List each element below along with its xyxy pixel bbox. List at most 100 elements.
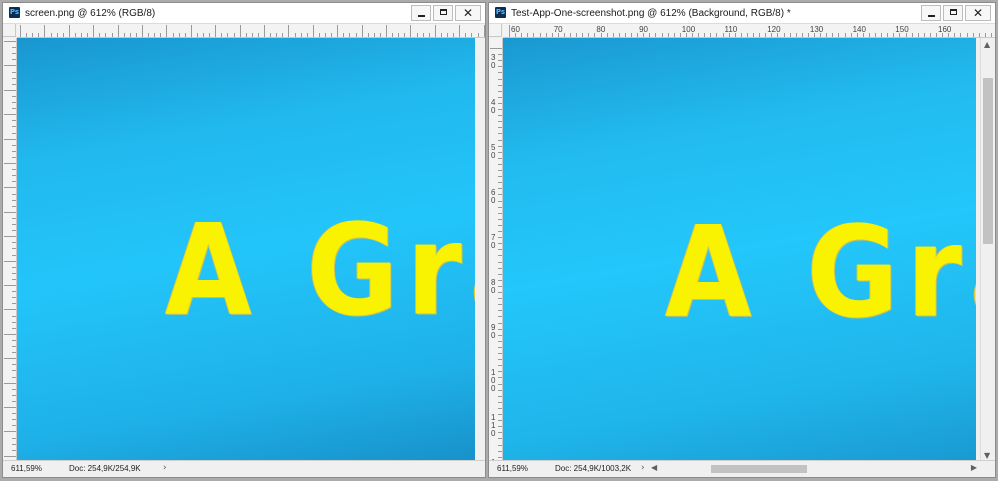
horizontal-scroll-thumb[interactable]	[711, 465, 807, 473]
ruler-tick	[12, 443, 16, 445]
ruler-tick	[698, 33, 700, 37]
photoshop-icon: Ps	[9, 7, 20, 18]
ruler-tick	[875, 33, 876, 37]
ruler-tick	[801, 33, 803, 37]
ruler-tick	[4, 333, 16, 335]
title-bar[interactable]: Ps screen.png @ 612% (RGB/8) ✕	[3, 3, 485, 24]
ruler-tick	[631, 33, 632, 37]
ruler-tick	[12, 169, 16, 171]
vertical-scroll-thumb[interactable]	[983, 78, 993, 244]
ruler-tick	[4, 41, 16, 42]
ruler-tick	[498, 72, 502, 74]
ruler-tick	[498, 54, 502, 56]
vertical-ruler[interactable]: 3 04 05 06 07 08 09 01 0 01 1 01 2 0	[489, 38, 503, 462]
maximize-button[interactable]	[433, 5, 453, 21]
ruler-tick	[148, 33, 150, 37]
ruler-tick	[12, 400, 16, 402]
ruler-tick	[498, 133, 502, 135]
ruler-tick	[447, 33, 448, 37]
zoom-level[interactable]: 611,59%	[497, 464, 528, 474]
ruler-tick	[838, 33, 840, 37]
ruler-tick	[4, 163, 16, 164]
ruler-tick	[765, 33, 767, 37]
ruler-tick	[498, 194, 502, 196]
ruler-tick	[498, 249, 502, 251]
ruler-label: 100	[681, 25, 696, 34]
ruler-tick	[498, 407, 502, 409]
ruler-tick	[498, 157, 502, 159]
minimize-button[interactable]	[411, 5, 431, 21]
ruler-tick	[251, 33, 253, 37]
ruler-tick	[795, 33, 797, 37]
ruler-tick	[12, 242, 16, 244]
ruler-tick	[545, 33, 547, 37]
ruler-tick	[498, 359, 502, 361]
scroll-down-icon[interactable]: ▼	[984, 451, 990, 460]
image-canvas[interactable]: A Grad	[17, 38, 475, 462]
close-button[interactable]: ✕	[455, 5, 481, 21]
ruler-tick	[12, 83, 16, 85]
ruler-tick	[12, 156, 16, 158]
ruler-tick	[966, 33, 968, 37]
ruler-tick	[331, 33, 333, 37]
scroll-right-icon[interactable]: ▶	[971, 463, 977, 473]
ruler-label: 90	[639, 25, 648, 34]
ruler-tick	[498, 163, 502, 165]
ruler-tick	[893, 33, 895, 37]
maximize-button[interactable]	[943, 5, 963, 21]
ruler-tick	[498, 267, 502, 269]
doc-size: Doc: 254,9K/254,9K	[69, 464, 141, 473]
ruler-tick	[483, 25, 485, 37]
ruler-tick	[832, 33, 834, 37]
ruler-label: 8 0	[491, 278, 496, 295]
scroll-left-icon[interactable]: ◀	[651, 463, 657, 473]
ruler-tick	[81, 33, 82, 37]
ruler-tick	[498, 438, 502, 440]
ruler-tick	[612, 33, 614, 37]
vertical-ruler[interactable]	[3, 38, 17, 462]
ruler-tick	[239, 25, 241, 37]
title-bar[interactable]: Ps Test-App-One-screenshot.png @ 612% (B…	[489, 3, 995, 24]
horizontal-scrollbar[interactable]: ◀ ▶	[649, 463, 979, 474]
ruler-tick	[288, 25, 290, 37]
ruler-tick	[367, 33, 369, 37]
ruler-tick	[498, 383, 502, 385]
ruler-label: 4 0	[491, 98, 496, 115]
ruler-tick	[12, 449, 16, 451]
ruler-tick	[459, 25, 461, 37]
vertical-scrollbar[interactable]: ▲ ▼	[980, 38, 995, 462]
zoom-level[interactable]: 611,59%	[11, 464, 42, 474]
ruler-label: 5 0	[491, 143, 496, 160]
ruler-tick	[753, 33, 754, 37]
ruler-tick	[306, 33, 308, 37]
ruler-tick	[978, 33, 980, 37]
ruler-tick	[209, 33, 211, 37]
ruler-tick	[4, 65, 16, 67]
ruler-tick	[498, 224, 502, 226]
image-canvas[interactable]: A Grad	[503, 38, 976, 462]
ruler-tick	[521, 33, 523, 37]
ruler-tick	[618, 33, 620, 37]
ruler-tick	[12, 376, 16, 378]
close-icon: ✕	[462, 6, 474, 20]
minimize-button[interactable]	[921, 5, 941, 21]
horizontal-ruler[interactable]: 60 70 80 90 100 110 120 130 140 150 160	[503, 24, 995, 38]
scroll-up-icon[interactable]: ▲	[984, 40, 990, 49]
ruler-tick	[498, 261, 502, 263]
ruler-tick	[704, 33, 706, 37]
ruler-tick	[392, 33, 394, 37]
ruler-tick	[325, 33, 326, 37]
chevron-right-icon[interactable]: ›	[163, 463, 167, 474]
ruler-tick	[710, 33, 712, 37]
chevron-right-icon[interactable]: ›	[641, 463, 645, 474]
ruler-tick	[12, 425, 16, 427]
ruler-tick	[498, 200, 502, 202]
document-window-test-app[interactable]: Ps Test-App-One-screenshot.png @ 612% (B…	[488, 2, 996, 478]
ruler-tick	[4, 431, 16, 433]
document-window-screen[interactable]: Ps screen.png @ 612% (RGB/8) ✕ A Grad 61…	[2, 2, 486, 478]
horizontal-ruler[interactable]	[17, 24, 485, 38]
ruler-tick	[746, 33, 748, 37]
close-button[interactable]: ✕	[965, 5, 991, 21]
ruler-tick	[954, 33, 956, 37]
ruler-tick	[498, 334, 502, 336]
